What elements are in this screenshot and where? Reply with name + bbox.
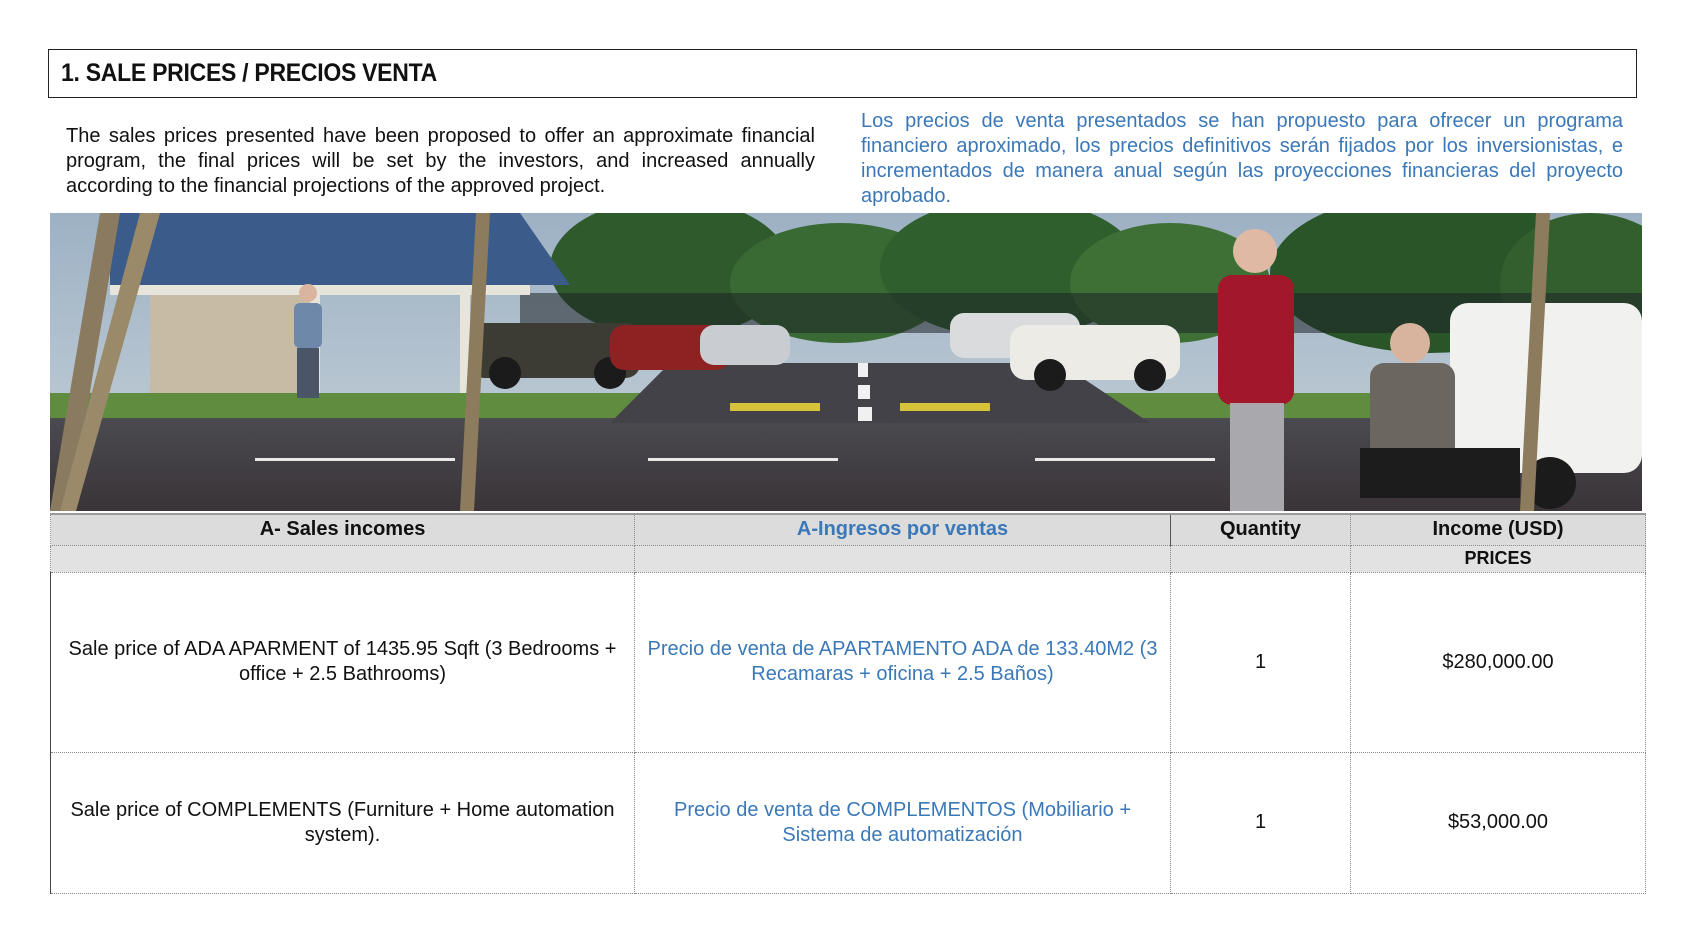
header-prices: PRICES [1350, 544, 1646, 573]
price-cell: $53,000.00 [1350, 751, 1646, 894]
table-header-row: A- Sales incomes A-Ingresos por ventas Q… [50, 513, 1646, 546]
intro-english: The sales prices presented have been pro… [66, 125, 815, 197]
intro-spanish: Los precios de venta presentados se han … [861, 110, 1623, 207]
render-illustration [50, 213, 1642, 511]
header-quantity: Quantity [1170, 513, 1351, 546]
section-title: 1. SALE PRICES / PRECIOS VENTA [61, 59, 437, 87]
header-sales-incomes: A- Sales incomes [50, 513, 635, 546]
subheader-empty [50, 544, 635, 573]
description-english: Sale price of ADA APARMENT of 1435.95 Sq… [50, 571, 635, 753]
description-spanish: Precio de venta de COMPLEMENTOS (Mobilia… [634, 751, 1171, 894]
table-row: Sale price of COMPLEMENTS (Furniture + H… [50, 751, 1646, 894]
header-income: Income (USD) [1350, 513, 1646, 546]
description-spanish: Precio de venta de APARTAMENTO ADA de 13… [634, 571, 1171, 753]
quantity-cell: 1 [1170, 571, 1351, 753]
price-cell: $280,000.00 [1350, 571, 1646, 753]
quantity-cell: 1 [1170, 751, 1351, 894]
table-row: Sale price of ADA APARMENT of 1435.95 Sq… [50, 571, 1646, 753]
parking-lot-render [50, 213, 1642, 511]
header-ingresos: A-Ingresos por ventas [634, 513, 1171, 546]
section-header: 1. SALE PRICES / PRECIOS VENTA [48, 49, 1637, 98]
description-english: Sale price of COMPLEMENTS (Furniture + H… [50, 751, 635, 894]
subheader-empty [1170, 544, 1351, 573]
sales-income-table: A- Sales incomes A-Ingresos por ventas Q… [50, 513, 1646, 894]
table-subheader-row: PRICES [50, 544, 1646, 573]
subheader-empty [634, 544, 1171, 573]
